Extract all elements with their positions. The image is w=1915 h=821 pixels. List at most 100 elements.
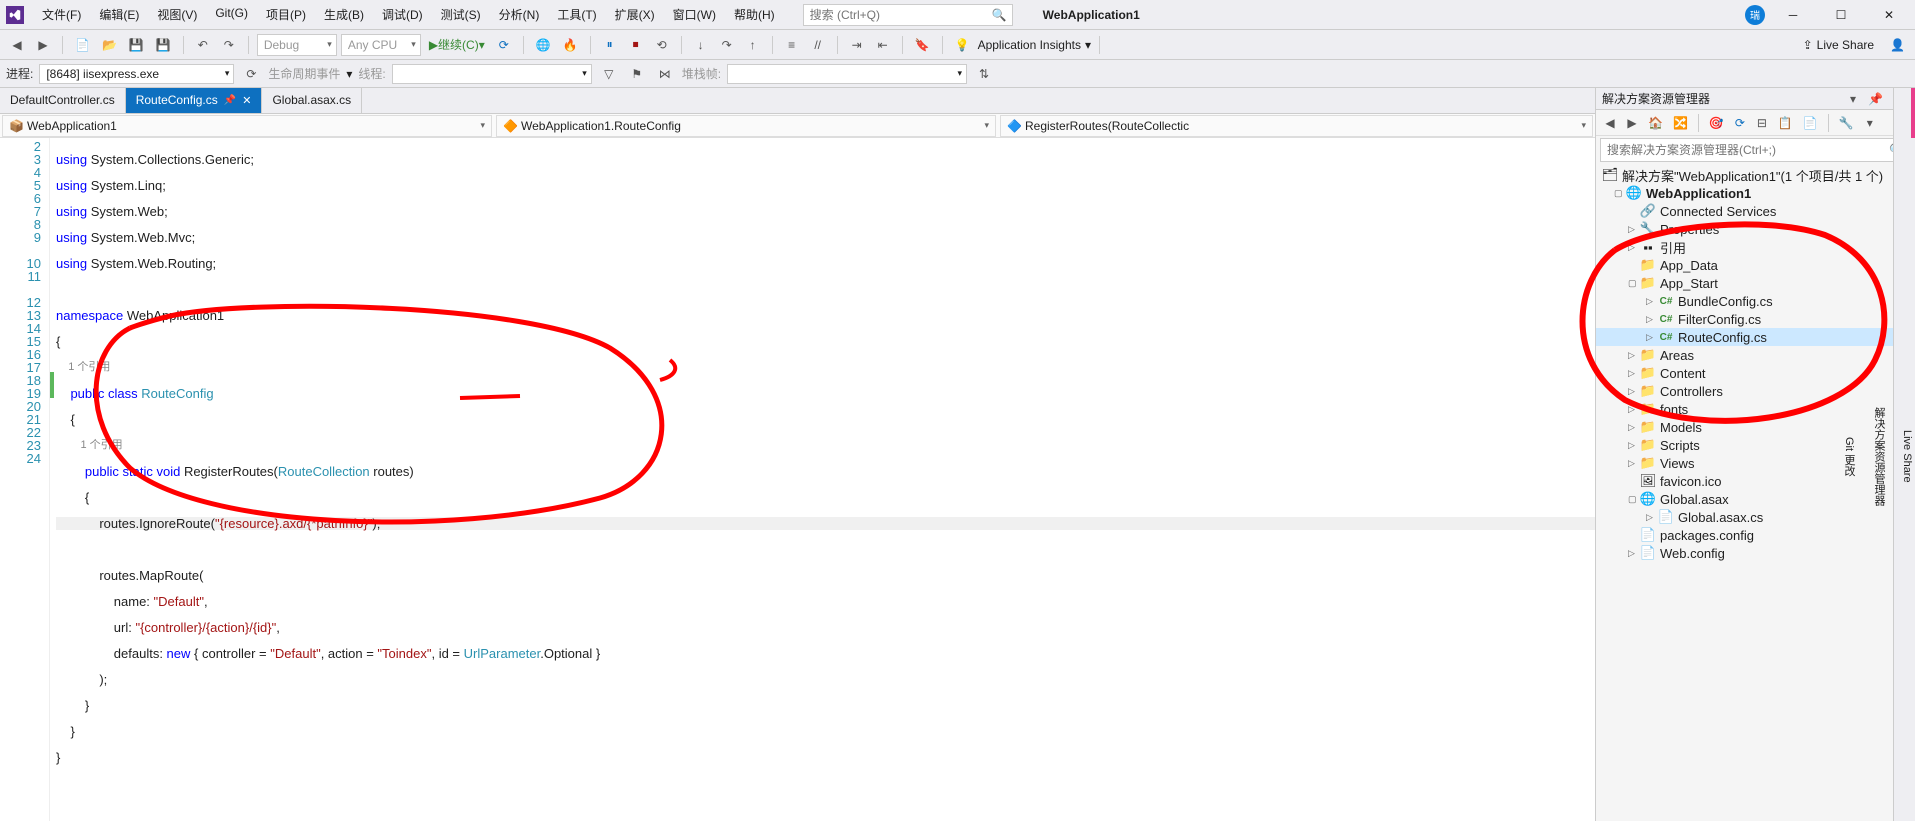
tree-solution[interactable]: 🗂解决方案"WebApplication1"(1 个项目/共 1 个) [1596,166,1915,184]
close-button[interactable]: ✕ [1869,1,1909,29]
scope-combo[interactable]: 📦WebApplication1 [2,115,492,137]
step-into-icon[interactable]: ↓ [690,34,712,56]
insights-label[interactable]: Application Insights [978,38,1081,52]
tree-connected[interactable]: 🔗Connected Services [1596,202,1915,220]
thread-combo[interactable] [392,64,592,84]
se-home-icon[interactable]: 🏠 [1644,113,1667,133]
menu-build[interactable]: 生成(B) [316,2,372,27]
tab-route-config[interactable]: RouteConfig.cs📌✕ [126,88,263,113]
tab-default-controller[interactable]: DefaultController.cs [0,88,126,113]
class-combo[interactable]: 🔶WebApplication1.RouteConfig [496,115,996,137]
step-out-icon[interactable]: ↑ [742,34,764,56]
menu-test[interactable]: 测试(S) [433,2,489,27]
menu-help[interactable]: 帮助(H) [726,2,783,27]
insights-icon[interactable]: 💡 [951,34,974,56]
flag-icon[interactable]: ⚑ [626,63,648,85]
tree-route[interactable]: ▷C#RouteConfig.cs [1596,328,1915,346]
menu-project[interactable]: 项目(P) [258,2,314,27]
rail-git-changes[interactable]: Git 更改 [1839,429,1859,484]
tree-bundle[interactable]: ▷C#BundleConfig.cs [1596,292,1915,310]
save-all-icon[interactable]: 💾 [152,34,175,56]
se-search[interactable]: 🔍 [1600,138,1911,162]
continue-button[interactable]: ▶ 继续(C) ▾ [425,34,489,56]
menu-analyze[interactable]: 分析(N) [491,2,548,27]
tree-appdata[interactable]: 📁App_Data [1596,256,1915,274]
se-dropdown-icon[interactable]: ▾ [1842,88,1864,110]
tree-properties[interactable]: ▷🔧Properties [1596,220,1915,238]
step-over-icon[interactable]: ↷ [716,34,738,56]
undo-icon[interactable]: ↶ [192,34,214,56]
tree-webconfig[interactable]: ▷📄Web.config [1596,544,1915,562]
tree-favicon[interactable]: 🖼favicon.ico [1596,472,1915,490]
new-project-icon[interactable]: 📄 [71,34,94,56]
menu-extensions[interactable]: 扩展(X) [607,2,663,27]
feedback-icon[interactable]: 👤 [1886,34,1909,56]
menu-edit[interactable]: 编辑(E) [91,2,147,27]
browser-link-icon[interactable]: 🌐 [532,34,555,56]
se-search-input[interactable] [1607,143,1889,157]
se-pin-icon[interactable]: 📌 [1864,88,1887,110]
pin-icon[interactable]: 📌 [224,95,236,106]
tree-fonts[interactable]: ▷📁fonts [1596,400,1915,418]
bookmark-icon[interactable]: 🔖 [911,34,934,56]
pause-icon[interactable]: ⏸ [599,34,621,56]
se-preview-icon[interactable]: ▾ [1860,113,1880,133]
outdent-icon[interactable]: ⇤ [872,34,894,56]
stackframe-combo[interactable] [727,64,967,84]
se-switch-icon[interactable]: 🔀 [1669,113,1692,133]
menu-tools[interactable]: 工具(T) [549,2,604,27]
se-refresh-icon[interactable]: ⟳ [1730,113,1750,133]
tree-areas[interactable]: ▷📁Areas [1596,346,1915,364]
tree-packages[interactable]: 📄packages.config [1596,526,1915,544]
tree-views[interactable]: ▷📁Views [1596,454,1915,472]
forward-button[interactable]: ▶ [32,34,54,56]
tree-models[interactable]: ▷📁Models [1596,418,1915,436]
se-collapse-icon[interactable]: ⊟ [1752,113,1772,133]
threads-icon[interactable]: ⋈ [654,63,676,85]
platform-combo[interactable]: Any CPU [341,34,421,56]
tree-controllers[interactable]: ▷📁Controllers [1596,382,1915,400]
tree-project[interactable]: ▢🌐WebApplication1 [1596,184,1915,202]
live-share-button[interactable]: ⇪ Live Share [1795,38,1882,52]
indent-icon[interactable]: ⇥ [846,34,868,56]
close-icon[interactable]: ✕ [242,94,251,107]
menu-file[interactable]: 文件(F) [34,2,89,27]
se-showall-icon[interactable]: 📋 [1774,113,1797,133]
back-button[interactable]: ◀ [6,34,28,56]
tree-filter[interactable]: ▷C#FilterConfig.cs [1596,310,1915,328]
rail-solution-explorer[interactable]: 解决方案资源管理器 [1869,399,1889,514]
config-combo[interactable]: Debug [257,34,337,56]
tree-global-cs[interactable]: ▷📄Global.asax.cs [1596,508,1915,526]
stack-nav-icon[interactable]: ⇅ [973,63,995,85]
menu-debug[interactable]: 调试(D) [374,2,431,27]
lifecycle-icon[interactable]: ⟳ [240,63,262,85]
se-sync-icon[interactable]: 🎯 [1705,113,1728,133]
code-editor[interactable]: 23456789 1011 12131415161718192021222324… [0,138,1595,821]
menu-git[interactable]: Git(G) [207,2,256,27]
hot-reload-icon[interactable]: 🔥 [559,34,582,56]
tree-references[interactable]: ▷▪▪引用 [1596,238,1915,256]
open-icon[interactable]: 📂 [98,34,121,56]
tree-scripts[interactable]: ▷📁Scripts [1596,436,1915,454]
user-badge[interactable]: 瑞 [1745,5,1765,25]
filter-icon[interactable]: ▽ [598,63,620,85]
redo-icon[interactable]: ↷ [218,34,240,56]
restart-icon[interactable]: ⟲ [651,34,673,56]
tree-content[interactable]: ▷📁Content [1596,364,1915,382]
rail-live-share[interactable]: Live Share [1899,422,1915,491]
tree-appstart[interactable]: ▢📁App_Start [1596,274,1915,292]
se-copy-icon[interactable]: 📄 [1799,113,1822,133]
code-text[interactable]: using System.Collections.Generic; using … [50,138,1595,821]
stop-icon[interactable]: ⏹ [625,34,647,56]
menu-view[interactable]: 视图(V) [149,2,205,27]
search-input[interactable] [810,8,992,22]
menu-window[interactable]: 窗口(W) [665,2,724,27]
comment-icon[interactable]: // [807,34,829,56]
format-icon[interactable]: ≡ [781,34,803,56]
process-combo[interactable]: [8648] iisexpress.exe [39,64,234,84]
tab-global-asax[interactable]: Global.asax.cs [262,88,362,113]
minimize-button[interactable]: ─ [1773,1,1813,29]
se-back-icon[interactable]: ◀ [1600,113,1620,133]
save-icon[interactable]: 💾 [125,34,148,56]
solution-tree[interactable]: 🗂解决方案"WebApplication1"(1 个项目/共 1 个) ▢🌐We… [1596,164,1915,821]
